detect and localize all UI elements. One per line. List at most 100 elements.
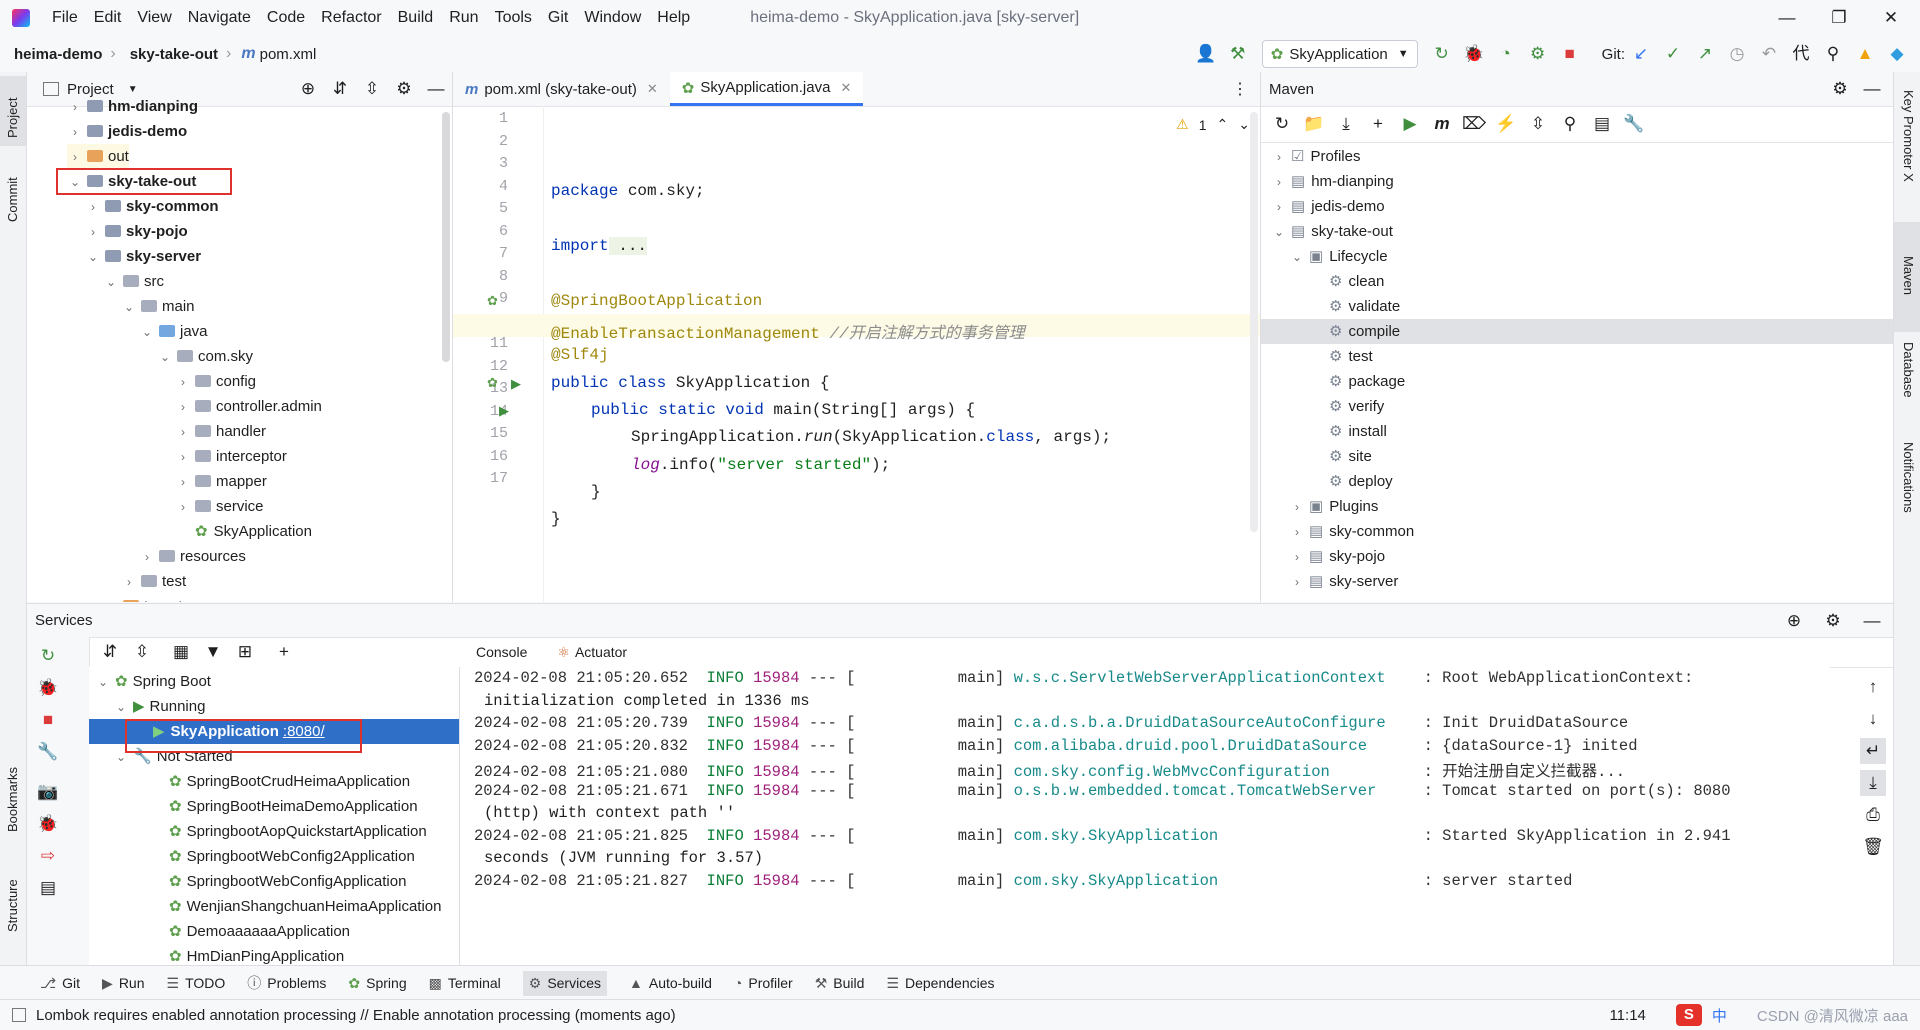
- menu-edit[interactable]: Edit: [94, 9, 122, 27]
- stop-icon[interactable]: ■: [35, 707, 61, 733]
- editor-scrollbar[interactable]: [1250, 112, 1258, 532]
- rerun-icon[interactable]: ↻: [35, 643, 61, 669]
- maven-tree-item[interactable]: › ▤ sky-server: [1261, 569, 1893, 594]
- code-line-9[interactable]: @EnableTransactionManagement //开启注解方式的事务…: [551, 319, 1025, 343]
- up-arrow-icon[interactable]: ↑: [1860, 674, 1886, 700]
- code-line-3[interactable]: import ...: [551, 237, 648, 255]
- chevron-right-icon[interactable]: ›: [1271, 145, 1287, 170]
- menu-navigate[interactable]: Navigate: [188, 9, 251, 27]
- inspection-widget[interactable]: ⚠ 1 ⌃ ⌄: [1176, 116, 1250, 133]
- maven-tree-item[interactable]: › ▣ Plugins: [1261, 494, 1893, 519]
- bookmarks-tool-label[interactable]: Bookmarks: [5, 767, 20, 832]
- chevron-right-icon[interactable]: ›: [1271, 170, 1287, 195]
- chevron-right-icon[interactable]: ›: [139, 545, 155, 570]
- hide-icon[interactable]: —: [423, 76, 449, 102]
- toggle-offline-icon[interactable]: ⌦: [1461, 111, 1487, 137]
- chevron-right-icon[interactable]: ›: [85, 220, 101, 245]
- project-tree-item[interactable]: › out: [67, 144, 129, 169]
- project-tree-item[interactable]: ⌄ src: [103, 269, 164, 294]
- project-tree-item[interactable]: ✿ SkyApplication: [175, 519, 312, 544]
- code-line-12[interactable]: public static void main(String[] args) {: [591, 401, 975, 419]
- add-icon[interactable]: +: [1365, 111, 1391, 137]
- project-tree-item[interactable]: › target: [103, 594, 182, 602]
- service-app[interactable]: ✿ HmDianPingApplication: [89, 944, 459, 966]
- collapse-all-icon[interactable]: ⇳: [359, 76, 385, 102]
- tab-pom-xml[interactable]: m pom.xml (sky-take-out) ✕: [453, 72, 670, 106]
- spring-bean-gutter-icon[interactable]: ✿: [487, 293, 498, 309]
- spring-bean-gutter-icon[interactable]: ✿: [487, 375, 498, 391]
- run-icon[interactable]: ▶: [1397, 111, 1423, 137]
- project-tree-item[interactable]: › jedis-demo: [67, 119, 187, 144]
- tool-dependencies[interactable]: ☰ Dependencies: [886, 975, 994, 992]
- commit-tool-label[interactable]: Commit: [5, 177, 20, 222]
- filter-icon[interactable]: ▼: [200, 639, 226, 665]
- tool-git[interactable]: ⎇ Git: [40, 975, 80, 992]
- update-icon[interactable]: ▲: [1852, 41, 1878, 67]
- close-icon[interactable]: ✕: [1868, 5, 1914, 31]
- menu-file[interactable]: File: [52, 9, 78, 27]
- service-group-running[interactable]: ⌄ ▶ Running: [89, 694, 459, 719]
- project-tree-item[interactable]: ⌄ com.sky: [157, 344, 253, 369]
- service-app[interactable]: ✿ WenjianShangchuanHeimaApplication: [89, 894, 459, 919]
- database-tool-label[interactable]: Database: [1901, 342, 1916, 398]
- git-history-icon[interactable]: ◷: [1724, 41, 1750, 67]
- tool-profiler[interactable]: ◔ Profiler: [734, 975, 793, 991]
- trash-icon[interactable]: 🗑: [1860, 834, 1886, 860]
- down-arrow-icon[interactable]: ↓: [1860, 706, 1886, 732]
- code-line-8[interactable]: @SpringBootApplication: [551, 292, 762, 310]
- locate-icon[interactable]: ⊕: [295, 76, 321, 102]
- locate-icon[interactable]: ⊕: [1781, 608, 1807, 634]
- maven-tool-tab[interactable]: Maven: [1894, 222, 1920, 332]
- tool-auto-build[interactable]: ▲ Auto-build: [629, 975, 712, 991]
- console-output[interactable]: 2024-02-08 21:05:20.652 INFO 15984 --- […: [460, 667, 1830, 966]
- settings-gear-icon[interactable]: ⚙: [1827, 76, 1853, 102]
- code-line-15[interactable]: }: [591, 483, 601, 501]
- code-line-11[interactable]: public class SkyApplication {: [551, 374, 829, 392]
- service-app[interactable]: ✿ SpringbootWebConfigApplication: [89, 869, 459, 894]
- maven-tree-item[interactable]: ⚙ site: [1261, 444, 1893, 469]
- close-icon[interactable]: ✕: [840, 80, 851, 96]
- scroll-end-icon[interactable]: ⤓: [1860, 770, 1886, 796]
- git-push-icon[interactable]: ↗: [1692, 41, 1718, 67]
- chevron-down-icon[interactable]: ⌄: [95, 670, 111, 695]
- maven-tree-item[interactable]: › ☑ Profiles: [1261, 144, 1893, 169]
- maven-tree-item[interactable]: ⚙ validate: [1261, 294, 1893, 319]
- hide-icon[interactable]: —: [1859, 608, 1885, 634]
- prev-highlight-icon[interactable]: ⌃: [1217, 116, 1229, 133]
- tab-console[interactable]: Console: [476, 644, 527, 660]
- chevron-right-icon[interactable]: ›: [175, 470, 191, 495]
- project-tree-item[interactable]: › sky-common: [85, 194, 219, 219]
- notifications-tool-label[interactable]: Notifications: [1901, 442, 1916, 513]
- menu-help[interactable]: Help: [657, 9, 690, 27]
- collapse-all-icon[interactable]: ⇳: [129, 639, 155, 665]
- service-app[interactable]: ✿ SpringBootCrudHeimaApplication: [89, 769, 459, 794]
- chevron-right-icon[interactable]: ›: [175, 395, 191, 420]
- close-icon[interactable]: ✕: [647, 81, 658, 97]
- breadcrumb-module[interactable]: sky-take-out: [130, 46, 218, 63]
- project-tree-item[interactable]: › mapper: [175, 469, 267, 494]
- structure-tool-label[interactable]: Structure: [5, 879, 20, 932]
- expand-all-icon[interactable]: ⇵: [97, 639, 123, 665]
- chevron-right-icon[interactable]: ›: [175, 495, 191, 520]
- run-config-dropdown[interactable]: ✿ SkyApplication ▼: [1261, 40, 1418, 68]
- chevron-right-icon[interactable]: ›: [1289, 520, 1305, 545]
- maven-tree-item[interactable]: › ▤ jedis-demo: [1261, 194, 1893, 219]
- project-tree-item[interactable]: › resources: [139, 544, 246, 569]
- debug-icon[interactable]: 🐞: [1461, 41, 1487, 67]
- service-app[interactable]: ✿ SpringbootAopQuickstartApplication: [89, 819, 459, 844]
- project-tree-item[interactable]: › service: [175, 494, 264, 519]
- chevron-down-icon[interactable]: ⌄: [113, 695, 129, 720]
- chevron-right-icon[interactable]: ›: [175, 445, 191, 470]
- chevron-down-icon[interactable]: ⌄: [1271, 220, 1287, 245]
- chevron-down-icon[interactable]: ▼: [128, 84, 138, 95]
- service-app[interactable]: ✿ DemoaaaaaaApplication: [89, 919, 459, 944]
- code-line-14[interactable]: log.info("server started");: [631, 456, 890, 474]
- chevron-right-icon[interactable]: ›: [175, 370, 191, 395]
- chevron-right-icon[interactable]: ›: [175, 420, 191, 445]
- tool-spring[interactable]: ✿ Spring: [348, 975, 406, 992]
- chevron-down-icon[interactable]: ⌄: [103, 270, 119, 295]
- chevron-right-icon[interactable]: ›: [1271, 195, 1287, 220]
- maven-tree-item[interactable]: ⚙ deploy: [1261, 469, 1893, 494]
- menu-run[interactable]: Run: [449, 9, 478, 27]
- maven-tree-item[interactable]: ⚙ verify: [1261, 394, 1893, 419]
